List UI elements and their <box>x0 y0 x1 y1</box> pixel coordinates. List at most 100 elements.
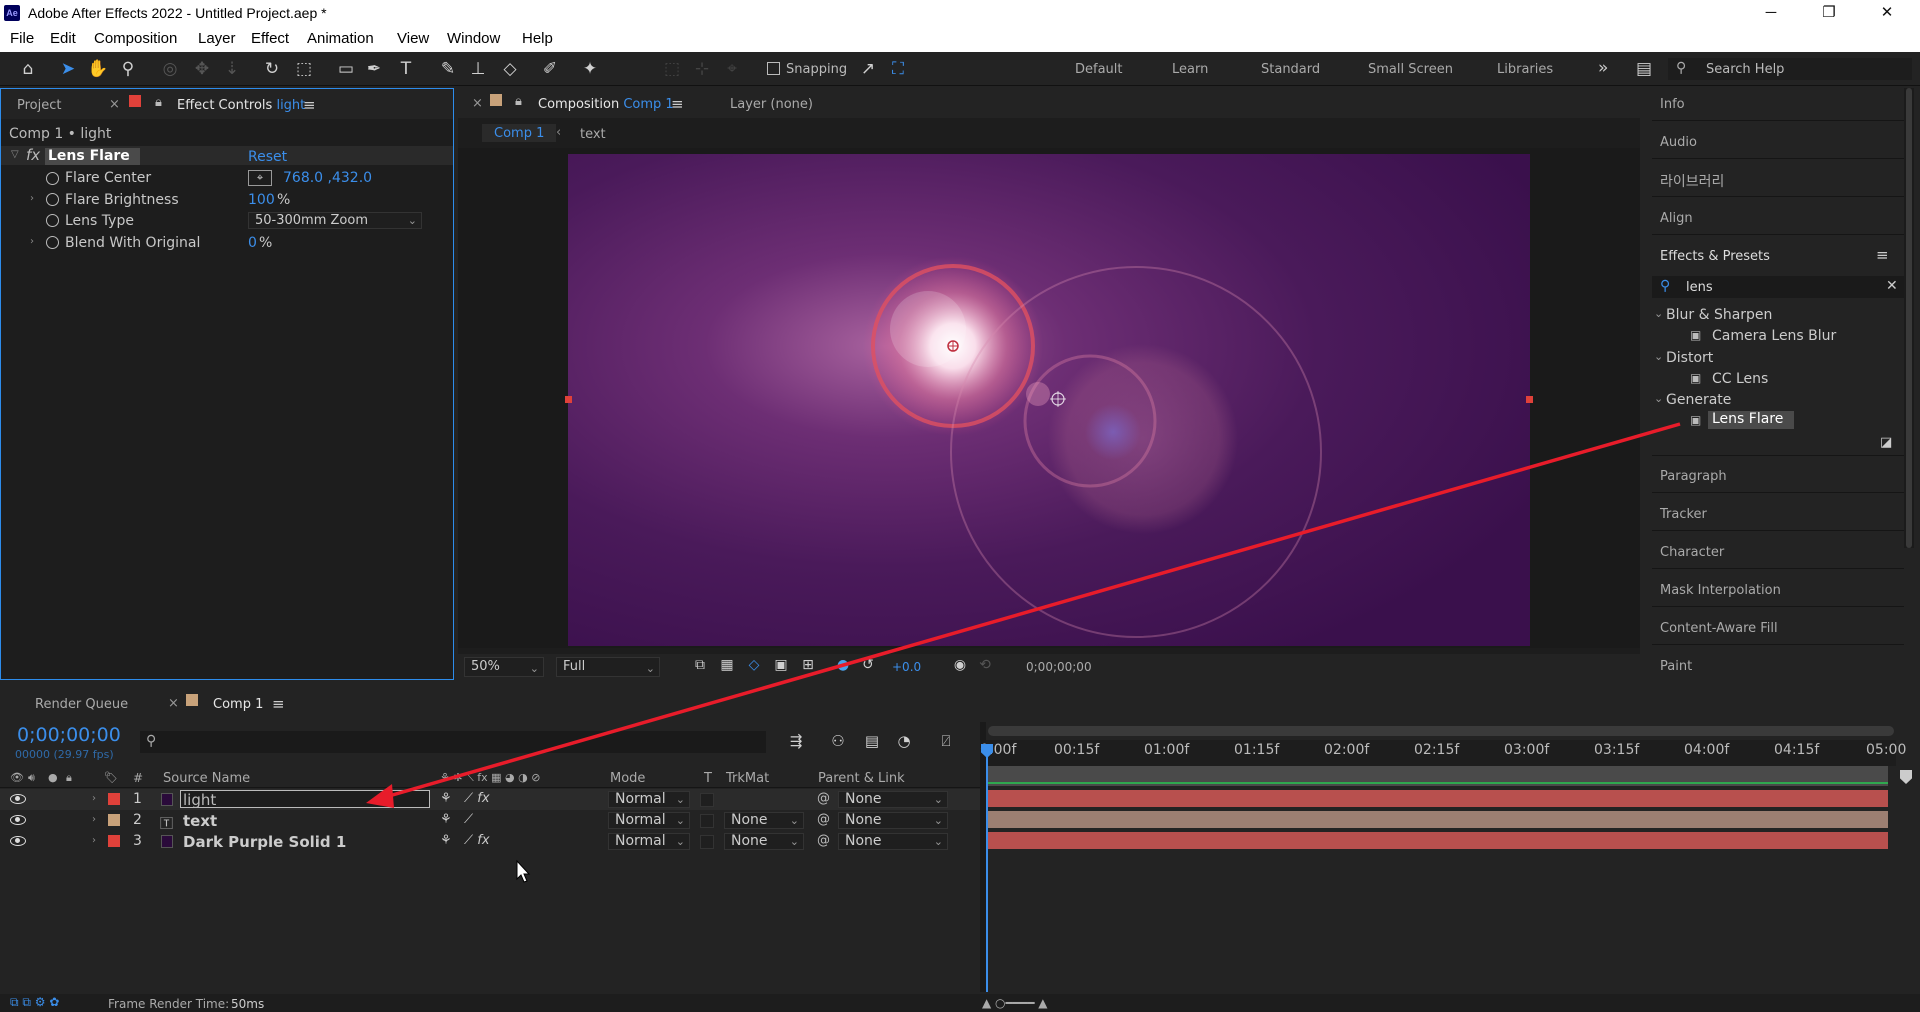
panel-menu-icon[interactable]: ≡ <box>272 695 285 713</box>
layer-search-field[interactable]: ⚲ <box>140 731 766 753</box>
transparency-grid-icon[interactable]: ▦ <box>715 654 739 676</box>
axis-view-icon[interactable]: ⌖ <box>720 58 744 80</box>
layer-row[interactable]: › 1 light ⚘ ⟋ fx Normal ⌄ @ None ⌄ <box>0 789 980 810</box>
twirl-open-icon[interactable]: ⌄ <box>1654 392 1663 405</box>
dolly-tool-icon[interactable]: ⇣ <box>220 58 244 80</box>
close-tab-icon[interactable]: × <box>109 97 120 112</box>
crosshair-point-icon[interactable]: ⌖ <box>248 170 272 186</box>
tab-comp-1[interactable]: Comp 1 <box>213 697 263 712</box>
menu-effect[interactable]: Effect <box>251 30 289 47</box>
effect-camera-lens-blur[interactable]: Camera Lens Blur <box>1712 328 1836 344</box>
lock-icon[interactable]: 🔒︎ <box>155 95 162 110</box>
panel-libraries[interactable]: 라이브러리 <box>1660 171 1724 191</box>
pickwhip-icon[interactable]: @ <box>817 812 830 827</box>
layer-name-edit-box[interactable] <box>180 790 430 808</box>
fast-previews-icon[interactable]: ⧉ <box>688 654 712 676</box>
channel-icon[interactable]: ● <box>831 654 855 676</box>
effect-twirl-icon[interactable]: ▽ <box>11 149 19 160</box>
effects-search-field[interactable]: ⚲ lens ✕ <box>1652 276 1904 298</box>
menu-help[interactable]: Help <box>522 30 553 47</box>
puppet-pin-icon[interactable]: ✦ <box>578 58 602 80</box>
maximize-button[interactable]: ❐ <box>1800 0 1858 26</box>
twirl-closed-icon[interactable]: › <box>30 236 34 247</box>
panel-mask-interpolation[interactable]: Mask Interpolation <box>1660 583 1781 598</box>
effect-lens-flare[interactable]: Lens Flare <box>1708 411 1794 429</box>
mask-visibility-icon[interactable]: ◇ <box>742 654 766 676</box>
new-folder-icon[interactable]: ◪ <box>1880 435 1892 450</box>
tab-project[interactable]: Project <box>17 98 61 113</box>
zoom-tool-icon[interactable]: ⚲ <box>116 58 140 80</box>
crumb-text[interactable]: text <box>580 127 606 142</box>
stopwatch-icon[interactable] <box>46 172 59 185</box>
stopwatch-icon[interactable] <box>46 214 59 227</box>
breadcrumb-comp[interactable]: Comp 1 <box>482 124 556 142</box>
workspace-default[interactable]: Default <box>1075 62 1123 77</box>
motion-blur-icon[interactable]: ◔ <box>892 730 916 752</box>
viewer-timecode[interactable]: 0;00;00;00 <box>1026 660 1092 674</box>
layer-switches[interactable]: ⚘ ⟋ fx <box>440 791 490 806</box>
effect-cc-lens[interactable]: CC Lens <box>1712 371 1768 387</box>
panel-content-aware-fill[interactable]: Content-Aware Fill <box>1660 621 1778 636</box>
snapshot-icon[interactable]: ◉ <box>948 654 972 676</box>
group-generate[interactable]: Generate <box>1666 392 1731 408</box>
bounding-handle-right[interactable] <box>1526 396 1533 403</box>
layer-switches-toggle-icon[interactable]: ⧉ ⧉ ⚙ ✿ <box>10 995 59 1010</box>
panel-audio[interactable]: Audio <box>1660 135 1697 150</box>
pan-tool-icon[interactable]: ✥ <box>190 58 214 80</box>
parent-dropdown[interactable]: None ⌄ <box>838 812 948 829</box>
comp-canvas[interactable] <box>568 154 1530 646</box>
axis-world-icon[interactable]: ⊹ <box>690 58 714 80</box>
visibility-eye-icon[interactable] <box>10 836 26 846</box>
anchor-tool-icon[interactable]: ⬚ <box>292 58 316 80</box>
layer-label-color[interactable] <box>108 793 120 805</box>
header-source-name[interactable]: Source Name <box>163 771 250 786</box>
close-tab-icon[interactable]: × <box>472 96 483 111</box>
panel-effects-presets[interactable]: Effects & Presets <box>1660 249 1770 264</box>
parent-dropdown[interactable]: None ⌄ <box>838 833 948 850</box>
zoom-out-icon[interactable]: ▲ ○━━━━ ▲ <box>982 996 1047 1010</box>
stopwatch-icon[interactable] <box>46 236 59 249</box>
group-blur-sharpen[interactable]: Blur & Sharpen <box>1666 307 1772 323</box>
twirl-open-icon[interactable]: ⌄ <box>1654 350 1663 363</box>
snapping-checkbox[interactable] <box>767 62 780 75</box>
layer-name[interactable]: light <box>183 791 216 809</box>
frame-blending-icon[interactable]: ▤ <box>860 730 884 752</box>
zoom-dropdown[interactable]: 50% ⌄ <box>464 657 544 677</box>
menu-window[interactable]: Window <box>447 30 500 47</box>
axis-local-icon[interactable]: ⬚ <box>660 58 684 80</box>
eraser-tool-icon[interactable]: ◇ <box>498 58 522 80</box>
preserve-transparency-checkbox[interactable] <box>700 814 714 828</box>
blend-mode-dropdown[interactable]: Normal ⌄ <box>608 833 690 850</box>
layer-duration-bar[interactable] <box>988 790 1888 807</box>
fx-icon[interactable]: fx <box>26 146 40 164</box>
blend-value[interactable]: 0 <box>248 235 257 251</box>
rotation-tool-icon[interactable]: ↻ <box>260 58 284 80</box>
panel-menu-icon[interactable]: ≡ <box>671 95 684 113</box>
menu-view[interactable]: View <box>397 30 429 47</box>
home-icon[interactable]: ⌂ <box>16 58 40 80</box>
tab-layer[interactable]: Layer (none) <box>730 97 813 112</box>
orbit-tool-icon[interactable]: ◎ <box>158 58 182 80</box>
bounding-handle-left[interactable] <box>565 396 572 403</box>
panel-menu-icon[interactable]: ≡ <box>303 96 316 114</box>
roto-brush-icon[interactable]: ✐ <box>538 58 562 80</box>
selection-tool-icon[interactable]: ➤ <box>56 58 80 80</box>
workspace-standard[interactable]: Standard <box>1261 62 1320 77</box>
layer-duration-bar[interactable] <box>988 832 1888 849</box>
grid-guides-icon[interactable]: ⊞ <box>796 654 820 676</box>
panel-character[interactable]: Character <box>1660 545 1724 560</box>
workspace-small-screen[interactable]: Small Screen <box>1368 62 1453 77</box>
layer-row[interactable]: › 2 🅃 text ⚘ ⟋ Normal ⌄ None ⌄ @ None ⌄ <box>0 810 980 832</box>
stopwatch-icon[interactable] <box>46 193 59 206</box>
tab-effect-controls[interactable]: Effect Controls light <box>177 98 305 113</box>
visibility-eye-icon[interactable] <box>10 794 26 804</box>
menu-edit[interactable]: Edit <box>50 30 76 47</box>
layer-row[interactable]: › 3 Dark Purple Solid 1 ⚘ ⟋ fx Normal ⌄ N… <box>0 831 980 852</box>
visibility-eye-icon[interactable] <box>10 815 26 825</box>
menu-layer[interactable]: Layer <box>198 30 236 47</box>
layer-name[interactable]: text <box>183 812 217 830</box>
current-timecode[interactable]: 0;00;00;00 <box>17 724 121 746</box>
lens-type-dropdown[interactable]: 50-300mm Zoom ⌄ <box>248 212 422 229</box>
blend-mode-dropdown[interactable]: Normal ⌄ <box>608 812 690 829</box>
group-distort[interactable]: Distort <box>1666 350 1713 366</box>
